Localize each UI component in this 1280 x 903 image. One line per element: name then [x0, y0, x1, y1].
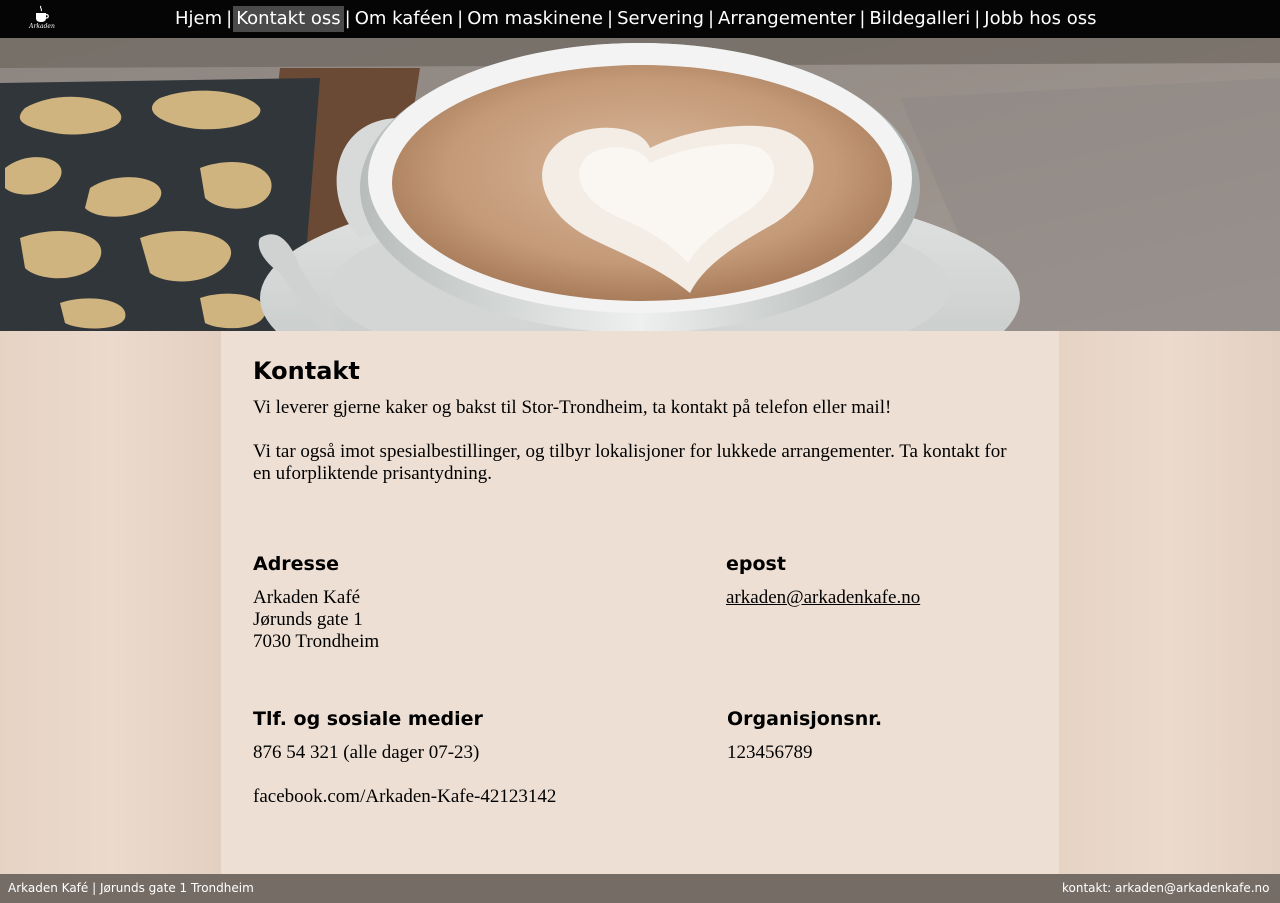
- nav-separator: |: [859, 8, 866, 29]
- logo-text: Arkaden: [29, 23, 55, 30]
- background-left: [0, 331, 221, 874]
- latte-art-illustration: [0, 38, 1280, 331]
- nav-separator: |: [974, 8, 981, 29]
- address-line: Arkaden Kafé: [253, 587, 361, 608]
- address-section: Adresse Arkaden Kafé Jørunds gate 1 7030…: [253, 553, 653, 653]
- email-section: epost arkaden@arkadenkafe.no: [726, 553, 1026, 609]
- address-line: 7030 Trondheim: [253, 631, 380, 652]
- nav-item-arrangementer[interactable]: Arrangementer: [715, 6, 858, 32]
- phone-social-section: Tlf. og sosiale medier 876 54 321 (alle …: [253, 708, 673, 808]
- org-number-section: Organisjonsnr. 123456789: [727, 708, 1027, 764]
- nav-item-kontakt-oss[interactable]: Kontakt oss: [233, 6, 344, 32]
- main-content: Kontakt Vi leverer gjerne kaker og bakst…: [221, 331, 1059, 874]
- intro-paragraph: Vi leverer gjerne kaker og bakst til Sto…: [253, 397, 892, 418]
- nav-item-bildegalleri[interactable]: Bildegalleri: [866, 6, 973, 32]
- footer-address: Arkaden Kafé | Jørunds gate 1 Trondheim: [8, 881, 254, 895]
- intro-paragraph: Vi tar også imot spesialbestillinger, og…: [253, 441, 1007, 484]
- nav-item-hjem[interactable]: Hjem: [172, 6, 225, 32]
- footer: Arkaden Kafé | Jørunds gate 1 Trondheim …: [0, 874, 1280, 903]
- address-line: Jørunds gate 1: [253, 609, 363, 630]
- page-title: Kontakt: [253, 357, 360, 385]
- nav-item-om-kafeen[interactable]: Om kaféen: [352, 6, 456, 32]
- background-right: [1059, 331, 1280, 874]
- nav-item-om-maskinene[interactable]: Om maskinene: [464, 6, 606, 32]
- nav-separator: |: [344, 8, 351, 29]
- nav-separator: |: [707, 8, 715, 29]
- nav-separator: |: [226, 8, 233, 29]
- nav-item-servering[interactable]: Servering: [614, 6, 707, 32]
- footer-contact: kontakt: arkaden@arkadenkafe.no: [1062, 881, 1270, 895]
- address-heading: Adresse: [253, 553, 340, 575]
- top-nav-bar: Arkaden Hjem | Kontakt oss | Om kaféen |…: [0, 0, 1280, 38]
- facebook-link: facebook.com/Arkaden-Kafe-42123142: [253, 786, 557, 807]
- org-number-heading: Organisjonsnr.: [727, 708, 883, 730]
- org-number: 123456789: [727, 742, 813, 763]
- nav-item-jobb-hos-oss[interactable]: Jobb hos oss: [981, 6, 1099, 32]
- email-link[interactable]: arkaden@arkadenkafe.no: [726, 587, 920, 608]
- coffee-cup-icon: [36, 5, 49, 22]
- nav-separator: |: [607, 8, 614, 29]
- hero-coffee-image: [0, 38, 1280, 331]
- phone-social-heading: Tlf. og sosiale medier: [253, 708, 483, 730]
- nav-separator: |: [457, 8, 464, 29]
- logo[interactable]: Arkaden: [27, 5, 57, 35]
- email-heading: epost: [726, 553, 786, 575]
- phone-number: 876 54 321 (alle dager 07-23): [253, 742, 480, 763]
- intro-text: Vi leverer gjerne kaker og bakst til Sto…: [253, 397, 1013, 507]
- main-menu: Hjem | Kontakt oss | Om kaféen | Om mask…: [172, 6, 1099, 32]
